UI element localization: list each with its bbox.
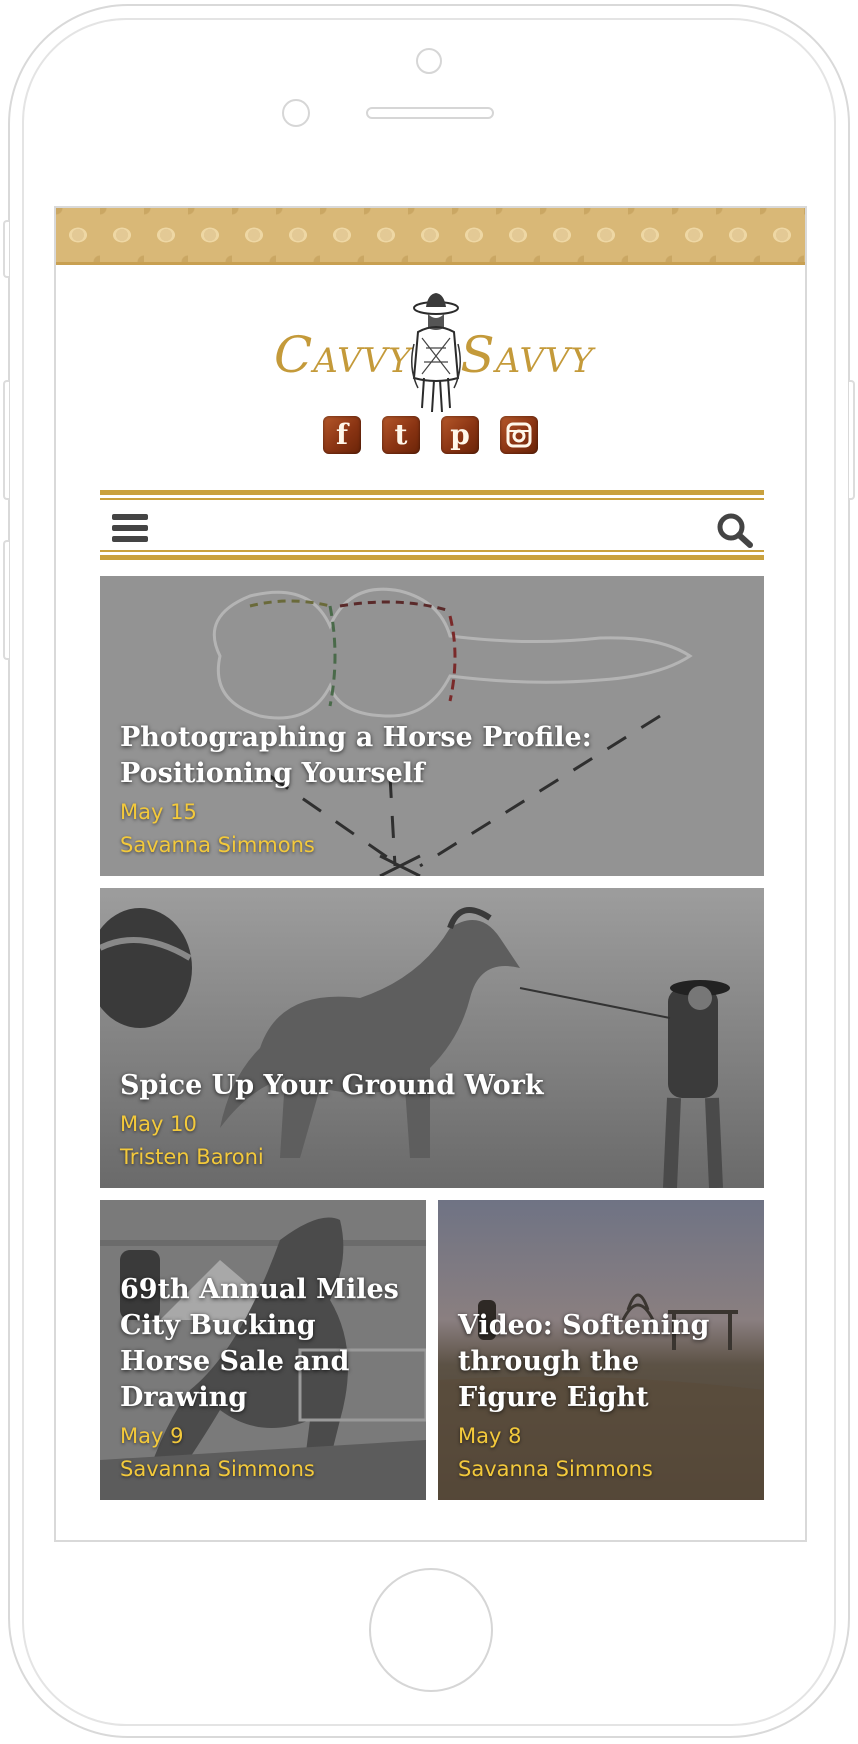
logo-text-left: Cavvy — [274, 326, 412, 384]
article-card[interactable]: 69th Annual Miles City Bucking Horse Sal… — [100, 1200, 426, 1500]
search-icon[interactable] — [716, 512, 754, 548]
nav-rule-top — [100, 490, 764, 495]
article-date: May 10 — [120, 1112, 197, 1136]
logo-text-left-rest: avvy — [313, 341, 412, 381]
proximity-sensor — [282, 99, 310, 127]
article-date: May 15 — [120, 800, 197, 824]
mute-switch — [3, 220, 9, 278]
article-card[interactable]: Photographing a Horse Profile: Positioni… — [100, 576, 764, 876]
power-button — [849, 380, 855, 500]
article-author[interactable]: Savanna Simmons — [120, 1453, 406, 1486]
volume-down-button — [3, 540, 9, 660]
article-meta: 69th Annual Miles City Bucking Horse Sal… — [120, 1272, 406, 1486]
article-card[interactable]: Spice Up Your Ground Work May 10 Tristen… — [100, 888, 764, 1188]
site-logo[interactable]: Cavvy Savvy — [274, 288, 594, 420]
cowboy-figure-icon — [411, 293, 461, 413]
article-author[interactable]: Savanna Simmons — [120, 829, 744, 862]
logo-text-right: Savvy — [460, 326, 594, 384]
article-author[interactable]: Tristen Baroni — [120, 1141, 744, 1174]
facebook-icon[interactable]: f — [323, 416, 361, 454]
article-title[interactable]: 69th Annual Miles City Bucking Horse Sal… — [120, 1272, 406, 1416]
article-meta: Video: Softening through the Figure Eigh… — [458, 1308, 744, 1486]
social-links: f t p — [56, 416, 805, 454]
front-camera — [416, 48, 442, 74]
article-author[interactable]: Savanna Simmons — [458, 1453, 744, 1486]
volume-up-button — [3, 380, 9, 500]
article-meta: Photographing a Horse Profile: Positioni… — [120, 720, 744, 862]
article-meta: Spice Up Your Ground Work May 10 Tristen… — [120, 1068, 744, 1174]
article-date: May 9 — [120, 1424, 184, 1448]
earpiece-speaker — [366, 107, 494, 119]
instagram-icon[interactable] — [500, 416, 538, 454]
nav-rule-bottom — [100, 555, 764, 560]
article-date: May 8 — [458, 1424, 522, 1448]
screen: Cavvy Savvy f t p — [54, 206, 807, 1542]
twitter-icon[interactable]: t — [382, 416, 420, 454]
instagram-glyph — [506, 422, 532, 448]
home-button[interactable] — [369, 1568, 493, 1692]
logo-text-right-rest: avvy — [495, 341, 594, 381]
nav-rule-bottom-thin — [100, 550, 764, 552]
article-title[interactable]: Photographing a Horse Profile: Positioni… — [120, 720, 744, 792]
nav-bar — [100, 498, 764, 552]
pinterest-icon[interactable]: p — [441, 416, 479, 454]
hamburger-menu-icon[interactable] — [112, 514, 148, 544]
article-card[interactable]: Video: Softening through the Figure Eigh… — [438, 1200, 764, 1500]
article-title[interactable]: Spice Up Your Ground Work — [120, 1068, 744, 1104]
header-pattern-band — [56, 208, 805, 265]
article-title[interactable]: Video: Softening through the Figure Eigh… — [458, 1308, 744, 1416]
